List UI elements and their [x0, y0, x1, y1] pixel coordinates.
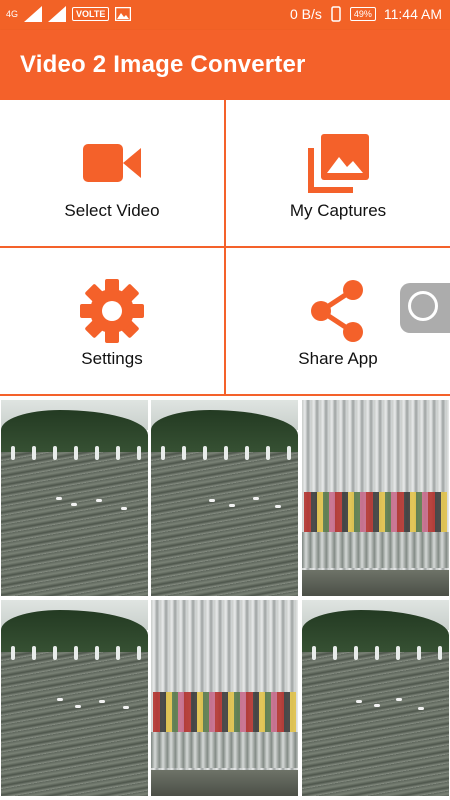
settings-label: Settings — [81, 349, 143, 368]
capture-thumbnail[interactable] — [1, 600, 148, 796]
grid-divider — [0, 246, 450, 248]
captures-grid — [0, 398, 450, 800]
circle-icon — [408, 291, 438, 321]
settings-button[interactable]: Settings — [0, 248, 224, 395]
my-captures-label: My Captures — [289, 201, 387, 220]
capture-thumbnail[interactable] — [151, 400, 298, 596]
battery-indicator: 49% — [349, 7, 376, 21]
share-icon — [311, 280, 363, 342]
capture-thumbnail[interactable] — [151, 600, 298, 796]
grid-divider — [0, 394, 450, 396]
gear-icon — [80, 279, 144, 343]
signal-icon — [24, 6, 43, 22]
select-video-button[interactable]: Select Video — [0, 100, 224, 247]
app-title: Video 2 Image Converter — [20, 51, 306, 78]
image-notification-icon — [115, 7, 132, 21]
signal-icon — [48, 6, 67, 22]
capture-thumbnail[interactable] — [1, 400, 148, 596]
capture-thumbnail[interactable] — [302, 600, 449, 796]
select-video-label: Select Video — [64, 201, 160, 220]
vibrate-icon — [331, 6, 341, 22]
status-bar: 4G VOLTE 0 B/s 49% 11:44 AM — [0, 0, 450, 30]
my-captures-button[interactable]: My Captures — [226, 100, 450, 247]
assistive-touch-button[interactable] — [400, 283, 450, 333]
video-camera-icon — [83, 144, 141, 182]
capture-thumbnail[interactable] — [302, 400, 449, 596]
app-bar: Video 2 Image Converter — [0, 30, 450, 100]
gallery-icon — [308, 134, 369, 193]
share-app-label: Share App — [298, 349, 378, 368]
network-type: 4G — [6, 9, 19, 19]
volte-badge: VOLTE — [72, 7, 110, 21]
clock: 11:44 AM — [383, 6, 442, 22]
network-speed: 0 B/s — [289, 6, 322, 22]
